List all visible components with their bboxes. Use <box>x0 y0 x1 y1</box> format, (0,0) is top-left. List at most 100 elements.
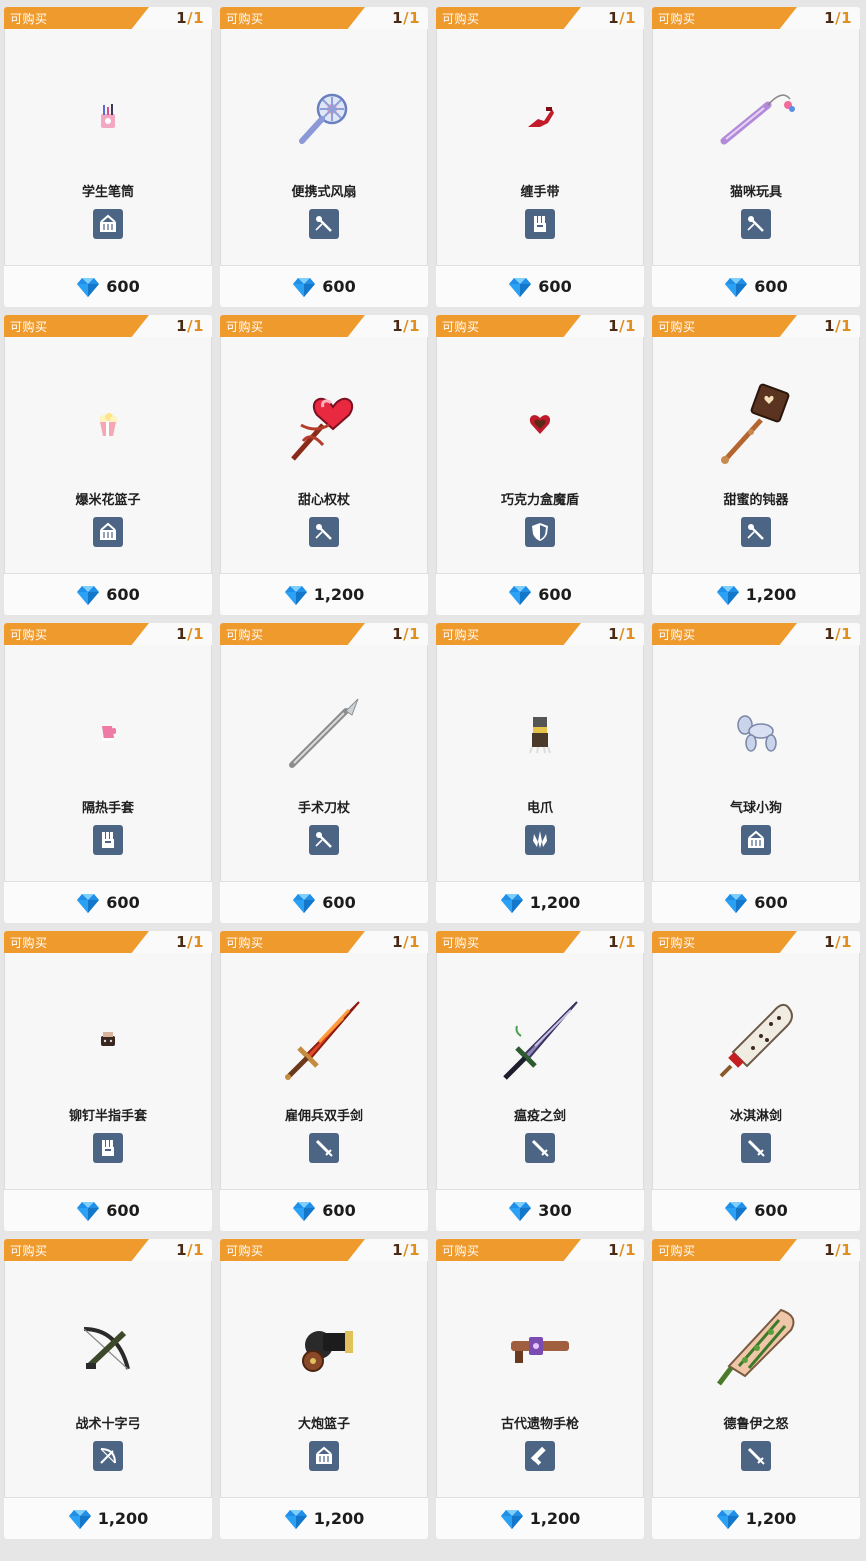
purchase-count-current: 1 <box>176 625 188 643</box>
available-tag: 可购买 <box>436 931 581 953</box>
purchase-limit: 1/1 <box>176 625 204 643</box>
gem-icon <box>292 1200 316 1222</box>
flame-sword-icon <box>274 991 374 1091</box>
price-button[interactable]: 600 <box>652 1190 860 1231</box>
shop-item-card[interactable]: 可购买 1/1 甜蜜的钝器 1,200 <box>652 315 860 615</box>
item-price: 600 <box>106 277 140 296</box>
crossbow-icon <box>58 1299 158 1399</box>
balloon-dog-icon <box>706 683 806 783</box>
heart-scepter-icon <box>274 375 374 475</box>
purchase-count-max: 1 <box>193 625 204 643</box>
item-price: 600 <box>106 585 140 604</box>
gem-icon <box>76 892 100 914</box>
purchase-count-current: 1 <box>824 933 836 951</box>
purchase-count-max: 1 <box>409 317 420 335</box>
available-label: 可购买 <box>658 320 696 334</box>
price-button[interactable]: 300 <box>436 1190 644 1231</box>
shop-item-card[interactable]: 可购买 1/1 爆米花篮子 600 <box>4 315 212 615</box>
shop-item-card[interactable]: 可购买 1/1 学生笔筒 600 <box>4 7 212 307</box>
item-price: 1,200 <box>529 893 581 912</box>
item-name: 猫咪玩具 <box>729 185 782 200</box>
shop-item-card[interactable]: 可购买 1/1 雇佣兵双手剑 600 <box>220 931 428 1231</box>
price-button[interactable]: 600 <box>652 266 860 307</box>
shop-item-card[interactable]: 可购买 1/1 猫咪玩具 600 <box>652 7 860 307</box>
price-button[interactable]: 600 <box>652 882 860 923</box>
item-name: 大炮篮子 <box>297 1417 350 1432</box>
price-button[interactable]: 600 <box>4 1190 212 1231</box>
item-price: 1,200 <box>313 585 365 604</box>
price-button[interactable]: 600 <box>220 266 428 307</box>
item-name: 雇佣兵双手剑 <box>284 1109 363 1124</box>
available-tag: 可购买 <box>220 931 365 953</box>
purchase-count-max: 1 <box>409 933 420 951</box>
wand-icon <box>741 517 771 547</box>
price-button[interactable]: 1,200 <box>436 1498 644 1539</box>
available-tag: 可购买 <box>4 7 149 29</box>
purchase-count-max: 1 <box>625 9 636 27</box>
shop-item-card[interactable]: 可购买 1/1 古代遗物手枪 1,200 <box>436 1239 644 1539</box>
shop-item-card[interactable]: 可购买 1/1 隔热手套 600 <box>4 623 212 923</box>
purchase-count-current: 1 <box>176 933 188 951</box>
shop-item-card[interactable]: 可购买 1/1 巧克力盒魔盾 600 <box>436 315 644 615</box>
gem-icon <box>284 584 308 606</box>
price-button[interactable]: 1,200 <box>220 1498 428 1539</box>
price-button[interactable]: 600 <box>220 882 428 923</box>
sword-icon <box>525 1133 555 1163</box>
available-tag: 可购买 <box>436 315 581 337</box>
item-name: 手术刀杖 <box>297 801 350 816</box>
item-price: 600 <box>322 277 356 296</box>
purchase-limit: 1/1 <box>608 933 636 951</box>
purchase-count-max: 1 <box>409 625 420 643</box>
gem-icon <box>284 1508 308 1530</box>
druid-blade-icon <box>706 1299 806 1399</box>
purchase-count-max: 1 <box>841 317 852 335</box>
fist-icon <box>93 1133 123 1163</box>
price-button[interactable]: 600 <box>220 1190 428 1231</box>
available-label: 可购买 <box>442 936 480 950</box>
gem-icon <box>76 276 100 298</box>
price-button[interactable]: 600 <box>436 266 644 307</box>
popcorn-icon <box>58 375 158 475</box>
shop-item-card[interactable]: 可购买 1/1 德鲁伊之怒 1,200 <box>652 1239 860 1539</box>
available-label: 可购买 <box>658 12 696 26</box>
shop-item-card[interactable]: 可购买 1/1 战术十字弓 1,200 <box>4 1239 212 1539</box>
price-button[interactable]: 1,200 <box>436 882 644 923</box>
shop-item-card[interactable]: 可购买 1/1 手术刀杖 600 <box>220 623 428 923</box>
shop-item-card[interactable]: 可购买 1/1 气球小狗 600 <box>652 623 860 923</box>
shop-item-card[interactable]: 可购买 1/1 瘟疫之剑 300 <box>436 931 644 1231</box>
shop-item-grid: 可购买 1/1 学生笔筒 600 可购买 1/1 便携式风扇 600 可购买 1… <box>0 0 866 1561</box>
shop-item-card[interactable]: 可购买 1/1 大炮篮子 1,200 <box>220 1239 428 1539</box>
price-button[interactable]: 600 <box>4 266 212 307</box>
shop-item-card[interactable]: 可购买 1/1 铆钉半指手套 600 <box>4 931 212 1231</box>
price-button[interactable]: 600 <box>4 882 212 923</box>
shop-item-card[interactable]: 可购买 1/1 便携式风扇 600 <box>220 7 428 307</box>
purchase-count-current: 1 <box>392 1241 404 1259</box>
available-label: 可购买 <box>10 628 48 642</box>
item-price: 1,200 <box>97 1509 149 1528</box>
available-tag: 可购买 <box>4 315 149 337</box>
purchase-limit: 1/1 <box>392 625 420 643</box>
item-price: 600 <box>754 893 788 912</box>
basket-icon <box>93 517 123 547</box>
purchase-limit: 1/1 <box>824 9 852 27</box>
price-button[interactable]: 1,200 <box>4 1498 212 1539</box>
purchase-limit: 1/1 <box>608 9 636 27</box>
shop-item-card[interactable]: 可购买 1/1 电爪 1,200 <box>436 623 644 923</box>
price-button[interactable]: 1,200 <box>652 574 860 615</box>
shop-item-card[interactable]: 可购买 1/1 缠手带 600 <box>436 7 644 307</box>
price-button[interactable]: 600 <box>436 574 644 615</box>
shop-item-card[interactable]: 可购买 1/1 冰淇淋剑 600 <box>652 931 860 1231</box>
shop-item-card[interactable]: 可购买 1/1 甜心权杖 1,200 <box>220 315 428 615</box>
price-button[interactable]: 1,200 <box>220 574 428 615</box>
available-label: 可购买 <box>442 12 480 26</box>
price-button[interactable]: 600 <box>4 574 212 615</box>
item-name: 战术十字弓 <box>75 1417 141 1432</box>
available-tag: 可购买 <box>652 1239 797 1261</box>
purchase-limit: 1/1 <box>392 9 420 27</box>
item-name: 气球小狗 <box>729 801 782 816</box>
available-label: 可购买 <box>10 1244 48 1258</box>
purchase-limit: 1/1 <box>824 933 852 951</box>
price-button[interactable]: 1,200 <box>652 1498 860 1539</box>
purchase-count-max: 1 <box>841 9 852 27</box>
item-price: 600 <box>106 893 140 912</box>
